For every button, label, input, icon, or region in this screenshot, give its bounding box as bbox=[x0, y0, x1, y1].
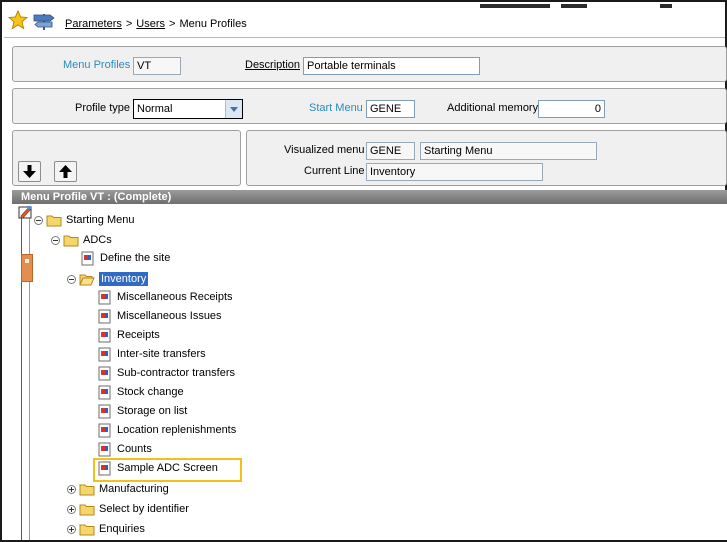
folder-icon bbox=[79, 524, 95, 535]
tree-node-label: ADCs bbox=[83, 234, 112, 246]
profile-type-select[interactable]: Normal bbox=[133, 99, 243, 119]
folder-icon bbox=[63, 235, 79, 246]
description-field[interactable]: Portable terminals bbox=[303, 57, 480, 75]
move-buttons-panel bbox=[12, 130, 241, 186]
highlight-outline bbox=[93, 458, 242, 482]
breadcrumb-separator: > bbox=[125, 18, 133, 30]
favorites-star-icon[interactable] bbox=[8, 10, 28, 30]
tree-node-stock-change[interactable]: Stock change bbox=[98, 383, 184, 401]
arrow-up-icon bbox=[59, 165, 72, 178]
tree-header: Menu Profile VT : (Complete) bbox=[12, 190, 727, 204]
tree-node-label: Starting Menu bbox=[66, 214, 135, 226]
tree-node-label: Inter-site transfers bbox=[117, 348, 206, 360]
tree-node-label: Select by identifier bbox=[99, 503, 189, 515]
description-label: Description bbox=[245, 59, 301, 71]
tree-node-define-site[interactable]: Define the site bbox=[81, 249, 170, 267]
tree-node-storage-on-list[interactable]: Storage on list bbox=[98, 402, 187, 420]
tree-edit-icon[interactable] bbox=[18, 205, 33, 219]
breadcrumb-separator: > bbox=[169, 18, 176, 30]
tree-node-label: Define the site bbox=[100, 252, 171, 264]
visualized-menu-code-field[interactable]: GENE bbox=[366, 142, 415, 160]
profile-type-label: Profile type bbox=[75, 102, 131, 114]
function-doc-icon bbox=[98, 290, 111, 304]
collapse-icon[interactable] bbox=[51, 235, 60, 245]
navigation-signpost-icon[interactable] bbox=[32, 12, 56, 30]
move-up-button[interactable] bbox=[54, 161, 77, 182]
tree-node-label: Stock change bbox=[117, 386, 184, 398]
tree-node-counts[interactable]: Counts bbox=[98, 440, 152, 458]
tree-node-manufacturing[interactable]: Manufacturing bbox=[67, 480, 169, 498]
top-toolbar: Parameters > Users > Menu Profiles bbox=[4, 4, 725, 37]
breadcrumb-users-link[interactable]: Users bbox=[136, 18, 165, 30]
expand-icon[interactable] bbox=[67, 524, 76, 534]
tree-node-location-replenishments[interactable]: Location replenishments bbox=[98, 421, 236, 439]
folder-icon bbox=[46, 215, 62, 226]
splitter-handle[interactable] bbox=[21, 254, 33, 282]
tree-node-label: Miscellaneous Receipts bbox=[117, 291, 233, 303]
toolbar-decoration bbox=[480, 4, 550, 8]
tree-node-starting-menu[interactable]: Starting Menu bbox=[34, 211, 134, 229]
toolbar-decoration bbox=[660, 4, 672, 8]
folder-icon bbox=[79, 484, 95, 495]
tree-node-select-by-identifier[interactable]: Select by identifier bbox=[67, 500, 189, 518]
breadcrumb-current: Menu Profiles bbox=[179, 18, 247, 30]
collapse-icon[interactable] bbox=[34, 215, 43, 225]
function-doc-icon bbox=[98, 347, 111, 361]
additional-memory-label: Additional memory bbox=[447, 102, 539, 114]
tree-node-inventory[interactable]: Inventory bbox=[67, 270, 149, 288]
tree-node-enquiries[interactable]: Enquiries bbox=[67, 520, 145, 538]
current-line-field[interactable]: Inventory bbox=[366, 163, 543, 181]
tree-node-label: Location replenishments bbox=[117, 424, 237, 436]
profile-type-value: Normal bbox=[137, 103, 173, 115]
visualized-menu-panel: Visualized menu GENE Starting Menu Curre… bbox=[246, 130, 727, 186]
additional-memory-field[interactable]: 0 bbox=[538, 100, 605, 118]
move-down-button[interactable] bbox=[18, 161, 41, 182]
function-doc-icon bbox=[98, 423, 111, 437]
tree-node-label: Storage on list bbox=[117, 405, 188, 417]
profile-header-panel: Menu Profiles VT Description Portable te… bbox=[12, 46, 727, 82]
function-doc-icon bbox=[98, 328, 111, 342]
menu-profiles-field[interactable]: VT bbox=[133, 57, 181, 75]
folder-open-icon bbox=[79, 274, 95, 285]
collapse-icon[interactable] bbox=[67, 274, 76, 284]
folder-icon bbox=[79, 504, 95, 515]
start-menu-field[interactable]: GENE bbox=[366, 100, 415, 118]
current-line-label: Current Line bbox=[304, 165, 365, 177]
menu-profiles-label: Menu Profiles bbox=[63, 59, 131, 71]
tree-node-label: Manufacturing bbox=[99, 483, 169, 495]
function-doc-icon bbox=[98, 366, 111, 380]
tree-node-sub-contractor-transfers[interactable]: Sub-contractor transfers bbox=[98, 364, 235, 382]
breadcrumb-parameters-link[interactable]: Parameters bbox=[65, 18, 122, 30]
expand-icon[interactable] bbox=[67, 504, 76, 514]
toolbar-divider bbox=[4, 37, 725, 38]
profile-settings-panel: Profile type Normal Start Menu GENE Addi… bbox=[12, 88, 727, 124]
tree-node-label: Miscellaneous Issues bbox=[117, 310, 222, 322]
function-doc-icon bbox=[98, 385, 111, 399]
start-menu-label: Start Menu bbox=[309, 102, 363, 114]
tree-node-misc-issues[interactable]: Miscellaneous Issues bbox=[98, 307, 222, 325]
visualized-menu-label: Visualized menu bbox=[284, 144, 365, 156]
tree-node-adcs[interactable]: ADCs bbox=[51, 231, 112, 249]
chevron-down-icon[interactable] bbox=[225, 100, 242, 118]
toolbar-decoration bbox=[561, 4, 587, 8]
window-frame: Parameters > Users > Menu Profiles Menu Prof… bbox=[0, 0, 727, 542]
tree-node-label: Counts bbox=[117, 443, 152, 455]
tree-node-inter-site-transfers[interactable]: Inter-site transfers bbox=[98, 345, 206, 363]
function-doc-icon bbox=[98, 442, 111, 456]
visualized-menu-name-field[interactable]: Starting Menu bbox=[420, 142, 597, 160]
tree-node-label: Enquiries bbox=[99, 523, 145, 535]
function-doc-icon bbox=[98, 404, 111, 418]
tree-node-misc-receipts[interactable]: Miscellaneous Receipts bbox=[98, 288, 233, 306]
function-doc-icon bbox=[81, 251, 94, 265]
expand-icon[interactable] bbox=[67, 484, 76, 494]
tree-node-receipts[interactable]: Receipts bbox=[98, 326, 160, 344]
tree-node-label: Sub-contractor transfers bbox=[117, 367, 235, 379]
tree-node-label: Inventory bbox=[99, 272, 149, 286]
tree-node-label: Receipts bbox=[117, 329, 160, 341]
function-doc-icon bbox=[98, 309, 111, 323]
arrow-down-icon bbox=[23, 165, 36, 178]
breadcrumb: Parameters > Users > Menu Profiles bbox=[65, 18, 247, 30]
